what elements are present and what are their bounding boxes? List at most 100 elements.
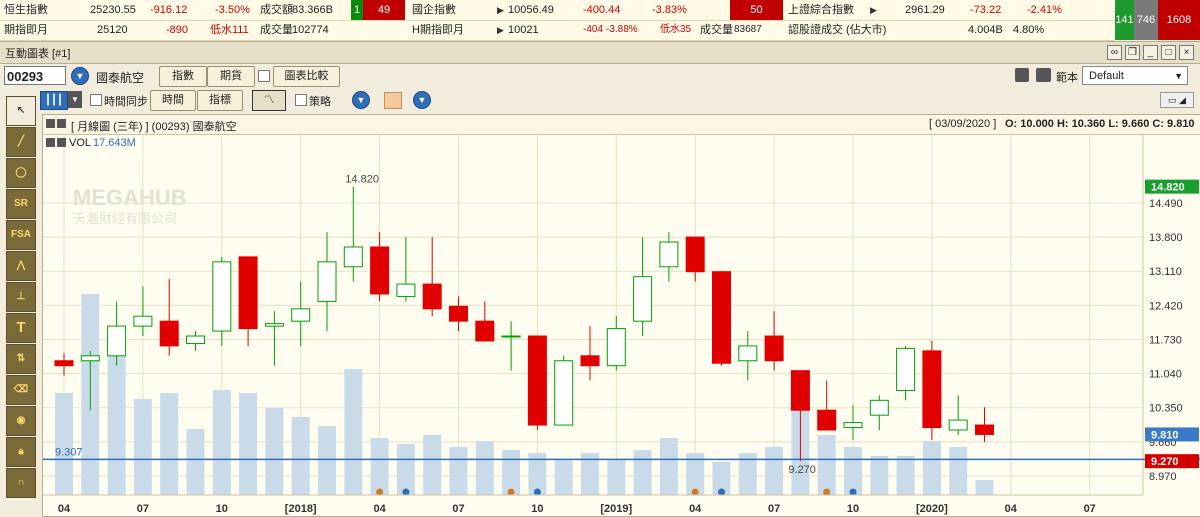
triangle-icon: ▶	[870, 5, 877, 15]
eye-icon[interactable]: ◉	[6, 406, 36, 436]
chart-toolbar: ┃┃┃ ▼ 時間同步 時間 指標 〽 策略 ▼ ▼ ▭ ◢	[0, 89, 1200, 111]
chevron-down-icon[interactable]: ▼	[352, 91, 370, 109]
chart-panel: [ 月線圖 (三年) ] (00293) 國泰航空 [ 03/09/2020 ]…	[42, 114, 1200, 517]
measure-icon[interactable]: ⊥	[6, 282, 36, 312]
close-icon[interactable]	[57, 138, 66, 147]
hsi-change: -916.12	[150, 4, 188, 16]
close-button[interactable]: ×	[1179, 45, 1194, 60]
x-tick-label: 10	[847, 503, 859, 515]
sse-label: 上證綜合指數	[788, 4, 854, 16]
candlestick-chart[interactable]: 14.490 13.800 13.110 12.420 11.730 11.040 10.3…	[43, 135, 1200, 515]
ellipse-icon[interactable]: ◯	[6, 158, 36, 188]
fsa-icon[interactable]: FSA	[6, 220, 36, 250]
chart-date: [ 03/09/2020 ]	[929, 118, 997, 130]
candle-body	[475, 320, 495, 342]
volume-bar	[423, 435, 442, 495]
high-price-label: 14.820	[345, 174, 379, 186]
magnet-icon[interactable]: ∩	[6, 468, 36, 498]
copy-icon[interactable]: ❐	[1125, 45, 1140, 60]
candle-body	[712, 271, 731, 364]
volume-bar	[55, 393, 73, 495]
hscei-pct: -3.83%	[652, 4, 687, 16]
trendline-icon[interactable]: ╱	[6, 127, 36, 157]
x-tick-label: [2019]	[600, 503, 632, 515]
settings-icon[interactable]	[46, 138, 55, 147]
stock-name: 國泰航空	[96, 71, 145, 85]
volume-bar	[318, 426, 336, 495]
breadth-boxes: 141 746 1608	[1115, 0, 1200, 40]
settings-icon[interactable]	[46, 119, 55, 128]
candle-body	[843, 422, 863, 429]
template-select[interactable]: Default ▼	[1082, 66, 1188, 85]
stock-code-input[interactable]: 00293	[4, 66, 66, 85]
hscei-label: 國企指數	[412, 4, 456, 16]
futures-button[interactable]: 期貨	[207, 66, 255, 87]
candle-body	[54, 360, 74, 367]
chevron-down-icon[interactable]: ▼	[413, 91, 431, 109]
minimize-button[interactable]: _	[1143, 45, 1158, 60]
x-tick-label: 10	[216, 503, 228, 515]
line-chart-icon[interactable]: 〽	[252, 90, 286, 111]
candlestick-icon[interactable]: ┃┃┃	[40, 91, 68, 110]
sr-icon[interactable]: SR	[6, 189, 36, 219]
y-tick-label: 14.490	[1149, 198, 1183, 210]
watermark-text: MEGAHUB	[73, 185, 187, 210]
volume-value: 17.643M	[93, 137, 136, 149]
volume-bar	[765, 447, 784, 495]
link-icon[interactable]: ∞	[1107, 45, 1122, 60]
event-marker	[691, 488, 699, 496]
compare-checkbox[interactable]	[258, 70, 270, 82]
candle-body	[606, 328, 626, 367]
volume-bar	[896, 456, 915, 495]
time-sync-checkbox[interactable]	[90, 94, 102, 106]
pointer-icon[interactable]: ↖	[6, 96, 36, 126]
hfutures-pct: -3.88%	[606, 24, 638, 35]
warrant-label: 認股證成交 (佔大市)	[788, 24, 887, 36]
strategy-checkbox[interactable]	[295, 94, 307, 106]
chart-compare-button[interactable]: 圖表比較	[273, 66, 340, 87]
maximize-button[interactable]: □	[1161, 45, 1176, 60]
event-marker	[376, 488, 384, 496]
strategy-select[interactable]	[309, 90, 353, 111]
candle-body	[449, 305, 468, 322]
lock-icon[interactable]: 🔒︎	[6, 437, 36, 467]
candle-body	[659, 241, 679, 268]
indicator-button[interactable]: 指標	[197, 90, 243, 111]
candle-body	[975, 424, 994, 435]
event-marker	[849, 488, 857, 496]
panel-controls-icon[interactable]: ▭ ◢	[1160, 92, 1194, 108]
close-icon[interactable]	[57, 119, 66, 128]
price-tag-label: 9.270	[1151, 456, 1179, 468]
warrant-value: 4.004B	[968, 24, 1003, 36]
eraser-icon[interactable]: ⌫	[6, 375, 36, 405]
chevron-down-icon[interactable]: ▼	[68, 91, 82, 108]
candle-body	[948, 419, 968, 431]
scale-icon[interactable]: ⇅	[6, 344, 36, 374]
candle-body	[580, 355, 600, 367]
color-swatch[interactable]	[384, 92, 402, 109]
print-icon[interactable]	[1036, 68, 1051, 82]
candle-body	[317, 261, 337, 302]
y-tick-label: 13.110	[1149, 266, 1182, 278]
candle-body	[685, 236, 705, 273]
futures-volume-label: 成交量	[260, 24, 293, 36]
text-icon[interactable]: T	[6, 313, 36, 343]
volume-label: VOL	[69, 137, 92, 149]
volume-bar	[212, 390, 231, 495]
sse-pct: -2.41%	[1027, 4, 1062, 16]
fan-icon[interactable]: ⋀	[6, 251, 36, 281]
chevron-down-icon[interactable]: ▼	[71, 67, 89, 85]
hscei-change: -400.44	[583, 4, 621, 16]
x-tick-label: 04	[1005, 503, 1018, 515]
candle-body	[107, 325, 127, 357]
hscei-value: 10056.49	[508, 4, 554, 16]
hsi-label: 恒生指數	[4, 4, 48, 16]
time-button[interactable]: 時間	[150, 90, 196, 111]
candle-body	[554, 360, 574, 426]
candle-body	[422, 283, 442, 310]
futures-volume-value: 102774	[292, 24, 329, 36]
save-icon[interactable]	[1015, 68, 1029, 82]
stock-toolbar: 00293 ▼ 國泰航空 指數 期貨 圖表比較 範本 Default ▼	[0, 64, 1200, 89]
index-button[interactable]: 指數	[159, 66, 207, 87]
candle-body	[159, 320, 179, 347]
